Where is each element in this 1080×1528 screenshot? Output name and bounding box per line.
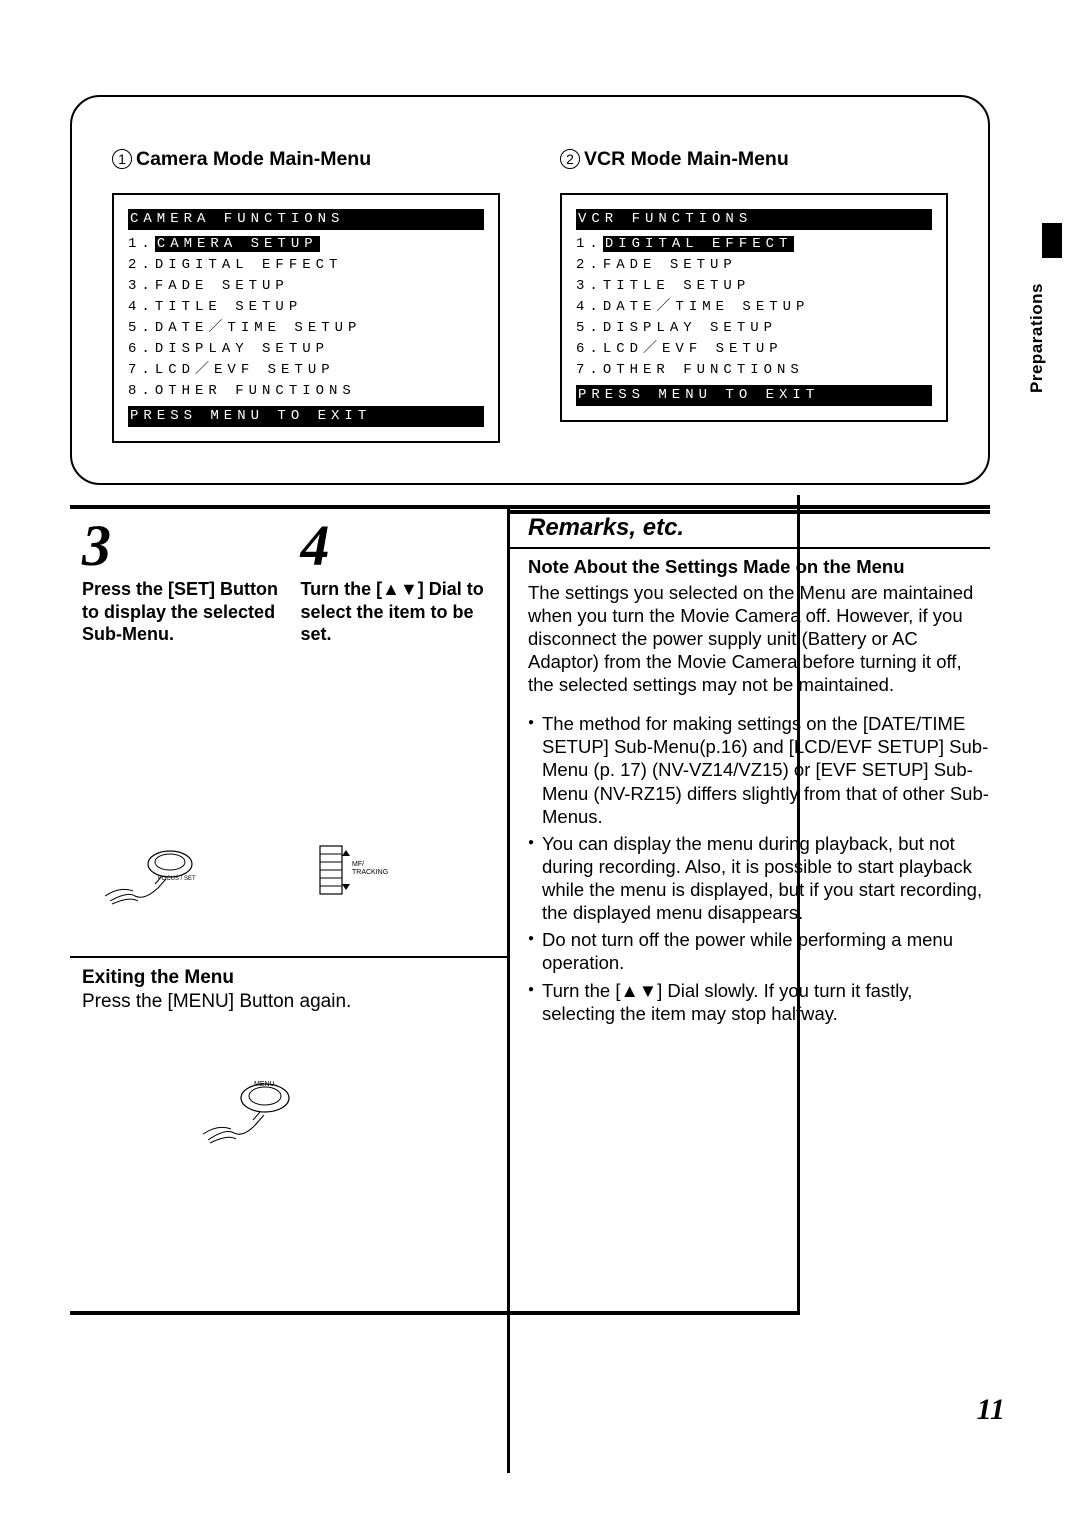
illustration-menu-button: MENU xyxy=(200,1078,310,1148)
circled-1: 1 xyxy=(112,149,132,169)
illus2-label-mf: MF/ xyxy=(352,861,364,868)
notes-heading: Note About the Settings Made on the Menu xyxy=(528,555,990,578)
camera-osd-title: CAMERA FUNCTIONS xyxy=(128,209,484,230)
menu-button-label: MENU xyxy=(254,1081,275,1088)
vcr-osd-item-5: DISPLAY SETUP xyxy=(603,320,777,336)
step-4-caption: Turn the [▲▼] Dial to select the item to… xyxy=(301,578,498,646)
step-3-caption: Press the [SET] Button to display the se… xyxy=(82,578,279,646)
camera-osd-item-7: LCD／EVF SETUP xyxy=(155,362,335,378)
right-column: Remarks, etc. Note About the Settings Ma… xyxy=(510,509,990,1473)
page-number: 11 xyxy=(977,1391,1005,1429)
exiting-section: Exiting the Menu Press the [MENU] Button… xyxy=(70,956,507,1474)
steps-row: 3 Press the [SET] Button to display the … xyxy=(70,509,507,646)
vcr-osd-item: 6.LCD／EVF SETUP xyxy=(576,339,932,360)
notes-bullet: Do not turn off the power while performi… xyxy=(528,928,990,974)
vcr-osd-item: 1.DIGITAL EFFECT xyxy=(576,234,932,255)
camera-osd-item-4: TITLE SETUP xyxy=(155,299,302,315)
notes-para: The settings you selected on the Menu ar… xyxy=(528,581,990,697)
vcr-osd: VCR FUNCTIONS 1.DIGITAL EFFECT 2.FADE SE… xyxy=(560,193,948,422)
camera-osd-item-8: OTHER FUNCTIONS xyxy=(155,383,356,399)
vcr-osd-list: 1.DIGITAL EFFECT 2.FADE SETUP 3.TITLE SE… xyxy=(576,234,932,381)
illustration-area: FOCUS / SET MF/ TRA xyxy=(70,646,507,956)
side-tab-label: Preparations xyxy=(1026,283,1047,393)
notes-bullet: The method for making settings on the [D… xyxy=(528,712,990,828)
camera-osd-item: 8.OTHER FUNCTIONS xyxy=(128,381,484,402)
vcr-osd-item-7: OTHER FUNCTIONS xyxy=(603,362,804,378)
camera-menu-block: 1Camera Mode Main-Menu CAMERA FUNCTIONS … xyxy=(112,147,500,443)
notes-list: The method for making settings on the [D… xyxy=(528,712,990,1025)
notes-block: Note About the Settings Made on the Menu… xyxy=(528,549,990,1024)
exiting-text: Press the [MENU] Button again. xyxy=(82,990,507,1014)
vcr-osd-item: 2.FADE SETUP xyxy=(576,255,932,276)
vcr-osd-footer: PRESS MENU TO EXIT xyxy=(576,385,932,406)
exiting-heading: Exiting the Menu xyxy=(82,966,507,990)
step-3: 3 Press the [SET] Button to display the … xyxy=(70,517,289,646)
camera-osd-item-1-sel: CAMERA SETUP xyxy=(155,236,320,252)
illus2-label-trk: TRACKING xyxy=(352,869,388,876)
columns: 3 Press the [SET] Button to display the … xyxy=(70,509,990,1473)
notes-bullet: You can display the menu during playback… xyxy=(528,832,990,925)
camera-osd-item: 1.CAMERA SETUP xyxy=(128,234,484,255)
camera-osd-item: 5.DATE／TIME SETUP xyxy=(128,318,484,339)
camera-osd-item-5: DATE／TIME SETUP xyxy=(155,320,362,336)
camera-osd-list: 1.CAMERA SETUP 2.DIGITAL EFFECT 3.FADE S… xyxy=(128,234,484,402)
notes-bullet: Turn the [▲▼] Dial slowly. If you turn i… xyxy=(528,979,990,1025)
camera-osd-item: 7.LCD／EVF SETUP xyxy=(128,360,484,381)
camera-osd-item: 6.DISPLAY SETUP xyxy=(128,339,484,360)
camera-menu-heading-text: Camera Mode Main-Menu xyxy=(136,148,371,170)
camera-osd: CAMERA FUNCTIONS 1.CAMERA SETUP 2.DIGITA… xyxy=(112,193,500,443)
camera-osd-item: 3.FADE SETUP xyxy=(128,276,484,297)
left-column: 3 Press the [SET] Button to display the … xyxy=(70,509,510,1473)
circled-2: 2 xyxy=(560,149,580,169)
camera-osd-item-6: DISPLAY SETUP xyxy=(155,341,329,357)
illustration-set-button: FOCUS / SET xyxy=(100,846,210,906)
osd-menus-panel: 1Camera Mode Main-Menu CAMERA FUNCTIONS … xyxy=(70,95,990,485)
step-4: 4 Turn the [▲▼] Dial to select the item … xyxy=(289,517,508,646)
camera-osd-item: 4.TITLE SETUP xyxy=(128,297,484,318)
side-tab-marker xyxy=(1042,223,1062,258)
camera-menu-heading: 1Camera Mode Main-Menu xyxy=(112,147,500,171)
step-4-number: 4 xyxy=(301,517,498,575)
vcr-osd-item-2: FADE SETUP xyxy=(603,257,737,273)
step-3-number: 3 xyxy=(82,517,279,575)
vcr-menu-heading: 2VCR Mode Main-Menu xyxy=(560,147,948,171)
vcr-osd-item: 5.DISPLAY SETUP xyxy=(576,318,932,339)
camera-osd-item: 2.DIGITAL EFFECT xyxy=(128,255,484,276)
camera-osd-item-2: DIGITAL EFFECT xyxy=(155,257,343,273)
page-content: 1Camera Mode Main-Menu CAMERA FUNCTIONS … xyxy=(70,95,990,1473)
vcr-menu-heading-text: VCR Mode Main-Menu xyxy=(584,148,789,170)
side-tab: Preparations xyxy=(1026,253,1050,393)
vcr-osd-item-1-sel: DIGITAL EFFECT xyxy=(603,236,795,252)
vcr-menu-block: 2VCR Mode Main-Menu VCR FUNCTIONS 1.DIGI… xyxy=(560,147,948,443)
vcr-osd-item: 4.DATE／TIME SETUP xyxy=(576,297,932,318)
vcr-osd-item-4: DATE／TIME SETUP xyxy=(603,299,810,315)
vcr-osd-item: 3.TITLE SETUP xyxy=(576,276,932,297)
vcr-osd-item-6: LCD／EVF SETUP xyxy=(603,341,783,357)
vcr-osd-item: 7.OTHER FUNCTIONS xyxy=(576,360,932,381)
camera-osd-item-3: FADE SETUP xyxy=(155,278,289,294)
vcr-osd-item-3: TITLE SETUP xyxy=(603,278,750,294)
camera-osd-footer: PRESS MENU TO EXIT xyxy=(128,406,484,427)
remarks-heading: Remarks, etc. xyxy=(510,509,990,549)
vcr-osd-title: VCR FUNCTIONS xyxy=(576,209,932,230)
illustration-dial: MF/ TRACKING xyxy=(310,836,410,906)
